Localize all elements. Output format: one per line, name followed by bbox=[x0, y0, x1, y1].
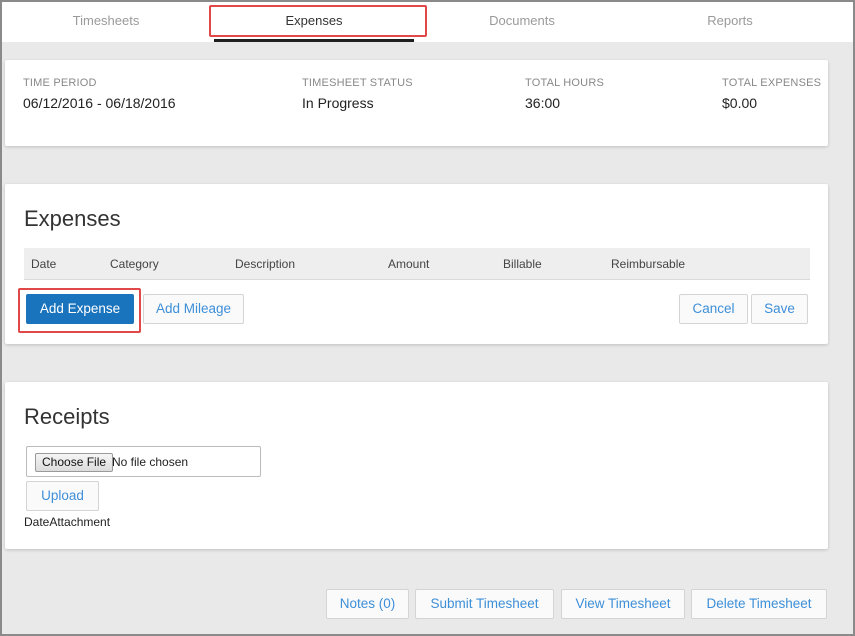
delete-timesheet-button[interactable]: Delete Timesheet bbox=[691, 589, 827, 619]
timesheet-status-value: In Progress bbox=[302, 95, 374, 111]
total-hours: TOTAL HOURS 36:00 bbox=[525, 77, 604, 111]
tab-label: Timesheets bbox=[72, 13, 140, 28]
column-header-billable: Billable bbox=[503, 257, 542, 271]
tab-label: Documents bbox=[489, 13, 555, 28]
tab-documents[interactable]: Documents bbox=[418, 2, 626, 42]
upload-button[interactable]: Upload bbox=[26, 481, 99, 511]
file-status-text: No file chosen bbox=[112, 455, 189, 469]
total-expenses: TOTAL EXPENSES $0.00 bbox=[722, 77, 821, 111]
receipts-card: Receipts Choose File No file chosen Uplo… bbox=[5, 382, 828, 549]
file-input[interactable]: Choose File No file chosen bbox=[26, 446, 261, 477]
tab-highlight-box bbox=[209, 5, 427, 37]
add-expense-highlight-box bbox=[18, 288, 141, 333]
save-button[interactable]: Save bbox=[751, 294, 808, 324]
tab-bar: Timesheets Expenses Documents Reports bbox=[2, 2, 853, 42]
timesheet-status-label: TIMESHEET STATUS bbox=[302, 77, 413, 89]
time-period-label: TIME PERIOD bbox=[23, 77, 97, 89]
total-hours-value: 36:00 bbox=[525, 95, 561, 111]
total-expenses-label: TOTAL EXPENSES bbox=[722, 77, 822, 89]
view-timesheet-button[interactable]: View Timesheet bbox=[561, 589, 685, 619]
add-mileage-button[interactable]: Add Mileage bbox=[143, 294, 244, 324]
timesheet-status: TIMESHEET STATUS In Progress bbox=[302, 77, 413, 111]
expenses-table-header: Date Category Description Amount Billabl… bbox=[24, 248, 810, 280]
column-header-reimbursable: Reimbursable bbox=[611, 257, 686, 271]
time-period-value: 06/12/2016 - 06/18/2016 bbox=[23, 95, 176, 111]
tab-reports[interactable]: Reports bbox=[626, 2, 834, 42]
timesheet-summary-card: TIME PERIOD 06/12/2016 - 06/18/2016 TIME… bbox=[5, 60, 828, 146]
active-tab-indicator bbox=[214, 39, 414, 42]
tab-label: Reports bbox=[707, 13, 753, 28]
date-attachment-header: DateAttachment bbox=[24, 515, 111, 529]
column-header-amount: Amount bbox=[388, 257, 430, 271]
column-header-category: Category bbox=[110, 257, 159, 271]
notes-button[interactable]: Notes (0) bbox=[326, 589, 409, 619]
receipts-title: Receipts bbox=[24, 404, 110, 429]
time-period: TIME PERIOD 06/12/2016 - 06/18/2016 bbox=[23, 77, 176, 111]
column-header-description: Description bbox=[235, 257, 296, 271]
expenses-title: Expenses bbox=[24, 206, 121, 231]
choose-file-button[interactable]: Choose File bbox=[35, 453, 114, 472]
tab-timesheets[interactable]: Timesheets bbox=[2, 2, 210, 42]
submit-timesheet-button[interactable]: Submit Timesheet bbox=[415, 589, 554, 619]
total-hours-label: TOTAL HOURS bbox=[525, 77, 605, 89]
cancel-button[interactable]: Cancel bbox=[679, 294, 748, 324]
column-header-date: Date bbox=[31, 257, 57, 271]
total-expenses-value: $0.00 bbox=[722, 95, 758, 111]
